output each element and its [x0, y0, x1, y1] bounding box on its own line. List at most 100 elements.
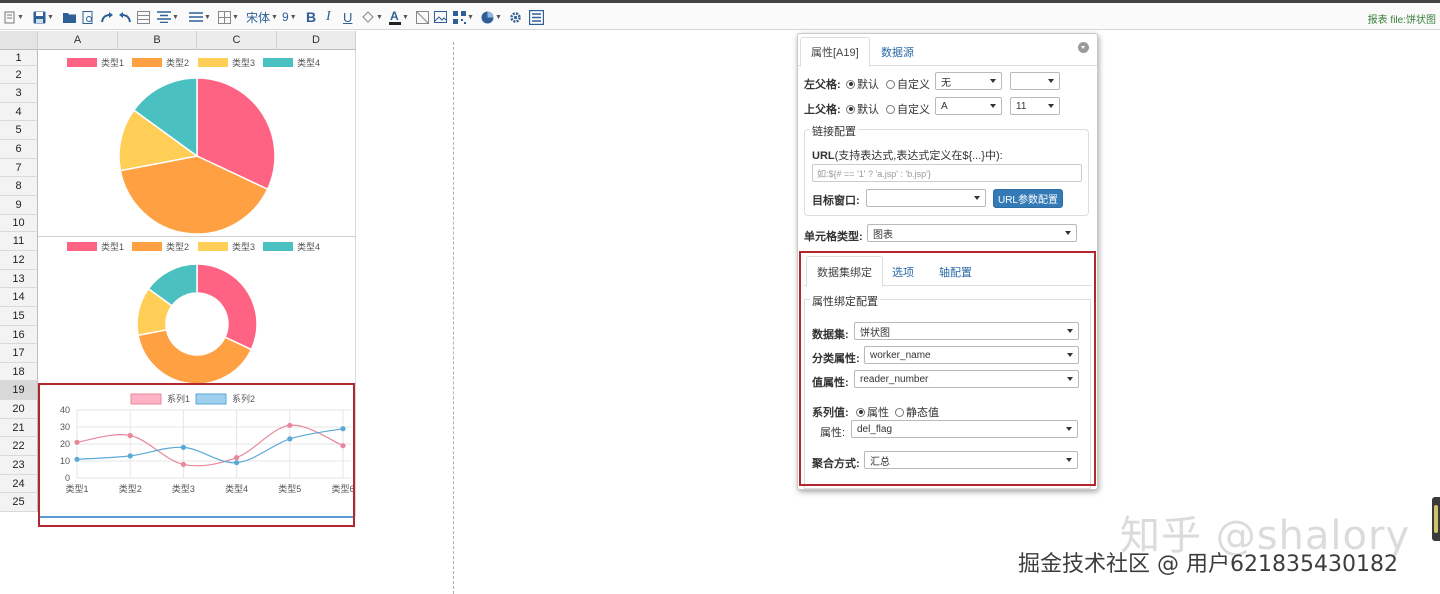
- row-header-21[interactable]: 21: [0, 419, 38, 437]
- row-header-7[interactable]: 7: [0, 159, 38, 177]
- chart-pie-icon[interactable]: ▼: [481, 9, 502, 25]
- column-header-c[interactable]: C: [197, 31, 277, 50]
- row-header-25[interactable]: 25: [0, 493, 38, 512]
- preview-icon[interactable]: [82, 9, 94, 25]
- merge-cells-icon[interactable]: [137, 9, 150, 25]
- left-parent-select[interactable]: 无: [935, 72, 1002, 90]
- row-header-5[interactable]: 5: [0, 121, 38, 140]
- svg-text:A: A: [390, 10, 399, 23]
- font-name-select[interactable]: 宋体 ▼: [246, 9, 278, 25]
- left-parent-select-2[interactable]: [1010, 72, 1060, 90]
- legend-swatch: [67, 58, 97, 67]
- radio-checked-icon: [846, 79, 855, 89]
- row-header-23[interactable]: 23: [0, 456, 38, 475]
- radio-label: 默认: [857, 104, 879, 116]
- tab-properties[interactable]: 属性[A19]: [800, 37, 870, 67]
- top-parent-default-radio[interactable]: 默认: [846, 101, 879, 117]
- align-justify-icon[interactable]: ▼: [189, 9, 211, 25]
- row-header-8[interactable]: 8: [0, 177, 38, 196]
- radio-icon: [886, 104, 895, 114]
- column-header-d[interactable]: D: [277, 31, 356, 50]
- row-header-10[interactable]: 10: [0, 215, 38, 232]
- row-header-9[interactable]: 9: [0, 196, 38, 215]
- properties-panel-icon[interactable]: [529, 9, 544, 25]
- url-param-config-button[interactable]: URL参数配置: [993, 189, 1063, 208]
- select-value: A: [941, 100, 948, 112]
- open-folder-icon[interactable]: [63, 9, 76, 25]
- top-parent-label: 上父格:: [804, 104, 841, 116]
- target-window-select[interactable]: [866, 189, 986, 207]
- left-parent-label: 左父格:: [804, 79, 841, 91]
- row-header-19[interactable]: 19: [0, 381, 38, 400]
- tab-datasource[interactable]: 数据源: [871, 37, 924, 67]
- legend-label: 类型2: [166, 241, 189, 252]
- column-header-a[interactable]: A: [38, 31, 118, 50]
- font-name-value: 宋体: [246, 10, 271, 25]
- font-size-value: 9: [282, 10, 289, 24]
- image-icon[interactable]: [434, 9, 447, 25]
- underline-icon[interactable]: U: [343, 9, 352, 25]
- highlight-frame-binding: [799, 251, 1096, 486]
- radio-icon: [886, 79, 895, 89]
- chevron-down-icon: [1048, 104, 1054, 108]
- undo-icon[interactable]: [119, 9, 131, 25]
- legend-swatch: [132, 242, 162, 251]
- font-color-icon[interactable]: A ▼: [389, 9, 409, 25]
- row-header-6[interactable]: 6: [0, 140, 38, 159]
- legend-label: 类型2: [166, 57, 189, 68]
- border-icon[interactable]: ▼: [218, 9, 239, 25]
- left-parent-custom-radio[interactable]: 自定义: [886, 76, 930, 92]
- collapse-icon[interactable]: [1078, 42, 1089, 53]
- qrcode-icon[interactable]: ▼: [453, 9, 474, 25]
- url-label: URL(支持表达式,表达式定义在${...}中):: [812, 147, 1003, 163]
- slash-cell-icon[interactable]: [416, 9, 429, 25]
- chevron-down-icon: [974, 196, 980, 200]
- pie-chart-svg: 类型1 类型2 类型3 类型4: [67, 57, 320, 235]
- cell-type-select[interactable]: 图表: [867, 224, 1077, 242]
- row-header-18[interactable]: 18: [0, 363, 38, 381]
- align-center-icon[interactable]: ▼: [157, 9, 179, 25]
- row-header-20[interactable]: 20: [0, 400, 38, 419]
- side-handle[interactable]: [1432, 497, 1440, 541]
- doughnut-chart[interactable]: 类型1 类型2 类型3 类型4: [38, 237, 356, 385]
- row-header-3[interactable]: 3: [0, 84, 38, 103]
- row-header-2[interactable]: 2: [0, 66, 38, 84]
- radio-label: 自定义: [897, 104, 930, 116]
- redo-icon[interactable]: [101, 9, 113, 25]
- bold-icon[interactable]: B: [306, 9, 316, 25]
- column-header-b[interactable]: B: [118, 31, 197, 50]
- row-header-4[interactable]: 4: [0, 103, 38, 121]
- new-report-icon[interactable]: ▼: [4, 9, 24, 25]
- select-value: 图表: [873, 229, 893, 241]
- url-input[interactable]: 如:${# == '1' ? 'a.jsp' : 'b.jsp'}: [812, 164, 1082, 182]
- pie-chart[interactable]: 类型1 类型2 类型3 类型4: [38, 52, 356, 236]
- watermark-juejin: 掘金技术社区 @ 用户6218354301​82: [1018, 552, 1398, 577]
- font-size-select[interactable]: 9 ▼: [282, 9, 297, 25]
- save-icon[interactable]: ▼: [33, 9, 54, 25]
- chevron-down-icon: [990, 79, 996, 83]
- row-header-14[interactable]: 14: [0, 288, 38, 307]
- left-parent-default-radio[interactable]: 默认: [846, 76, 879, 92]
- row-header-15[interactable]: 15: [0, 307, 38, 326]
- page-boundary-line: [453, 42, 454, 594]
- chevron-down-icon: [1048, 79, 1054, 83]
- row-header-16[interactable]: 16: [0, 326, 38, 344]
- gear-icon[interactable]: [509, 9, 522, 25]
- row-header-12[interactable]: 12: [0, 251, 38, 270]
- fill-color-icon[interactable]: ▼: [361, 9, 383, 25]
- url-label-bold: URL: [812, 150, 835, 162]
- row-header-22[interactable]: 22: [0, 437, 38, 456]
- row-header-11[interactable]: 11: [0, 232, 38, 251]
- row-header-24[interactable]: 24: [0, 475, 38, 493]
- row-header-13[interactable]: 13: [0, 270, 38, 288]
- top-parent-select-2[interactable]: 11: [1010, 97, 1060, 115]
- spreadsheet: A B C D 1 2 3 4 5 6 7 8 9 10 11 12 13 14 15 16 17 18 19 20 2…: [0, 31, 357, 527]
- italic-icon[interactable]: I: [326, 9, 331, 25]
- row-header-1[interactable]: 1: [0, 50, 38, 66]
- top-parent-custom-radio[interactable]: 自定义: [886, 101, 930, 117]
- row-header-17[interactable]: 17: [0, 344, 38, 363]
- legend-swatch: [198, 58, 228, 67]
- top-parent-select[interactable]: A: [935, 97, 1002, 115]
- cell-type-label: 单元格类型:: [804, 231, 863, 243]
- corner-cell[interactable]: [0, 31, 38, 50]
